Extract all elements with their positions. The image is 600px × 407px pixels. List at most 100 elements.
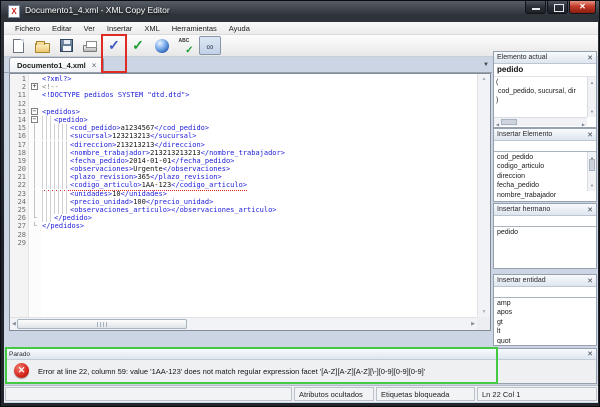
code-line[interactable]: 15│<cod_pedido>a1234567</cod_pedido> <box>10 124 477 132</box>
entity-list-item[interactable]: amp <box>497 299 586 308</box>
menu-item-editar[interactable]: Editar <box>46 24 78 33</box>
fold-guide: │ <box>32 206 36 214</box>
scrollbar-thumb[interactable] <box>589 159 595 171</box>
minimize-button[interactable] <box>525 1 546 14</box>
code-line[interactable]: 20│<observaciones>Urgente</observaciones… <box>10 165 477 173</box>
code-text: <!DOCTYPE pedidos SYSTEM "dtd.dtd"> <box>40 91 190 99</box>
open-in-browser-icon <box>155 39 169 53</box>
element-list-item[interactable]: codigo_articulo <box>497 162 586 171</box>
code-line[interactable]: 22│<codigo_articulo>1AA-123</codigo_arti… <box>10 181 477 189</box>
open-file-button[interactable] <box>31 36 53 55</box>
editor-horizontal-scrollbar[interactable] <box>10 317 477 330</box>
save-file-button[interactable] <box>55 36 77 55</box>
line-number: 14 <box>10 116 29 124</box>
code-line[interactable]: 11<!DOCTYPE pedidos SYSTEM "dtd.dtd"> <box>10 91 477 99</box>
menu-item-insertar[interactable]: Insertar <box>101 24 138 33</box>
status-field-0 <box>5 387 292 401</box>
fold-margin-cell <box>29 231 40 239</box>
code-line[interactable]: 16│<sucursal>123213213</sucursal> <box>10 132 477 140</box>
element-filter-input[interactable] <box>494 141 596 152</box>
content-model-line: ( <box>496 78 586 87</box>
entity-list-item[interactable]: apos <box>497 308 586 317</box>
tab-close-icon[interactable] <box>92 61 97 70</box>
validate-schema-button[interactable] <box>127 36 149 55</box>
close-button[interactable] <box>569 1 596 14</box>
sibling-filter-input[interactable] <box>494 216 596 227</box>
code-line[interactable]: 25│<observaciones_articulo></observacion… <box>10 206 477 214</box>
menu-item-fichero[interactable]: Fichero <box>9 24 46 33</box>
entity-list-item[interactable]: quot <box>497 337 586 344</box>
code-line[interactable]: 2+<!-- <box>10 83 477 91</box>
lock-tags-button[interactable] <box>199 36 221 55</box>
entity-list-item[interactable]: lt <box>497 327 586 336</box>
code-text: </pedido> <box>40 214 92 222</box>
status-field-2: Etiquetas bloqueada <box>376 387 475 401</box>
fold-margin-cell: │ <box>29 198 40 206</box>
code-line[interactable]: 28 <box>10 231 477 239</box>
code-line[interactable]: 21│<plazo_revision>365</plazo_revision> <box>10 173 477 181</box>
code-line[interactable]: 1<?xml?> <box>10 75 477 83</box>
entity-filter-input[interactable] <box>494 287 596 298</box>
scrollbar-thumb[interactable] <box>17 319 187 329</box>
maximize-button[interactable] <box>547 1 568 14</box>
spell-check-button[interactable] <box>175 36 197 55</box>
title-bar[interactable]: Documento1_4.xml - XML Copy Editor <box>1 1 600 22</box>
panel-insert-entity: Insertar entidad ampaposgtltquot <box>493 274 597 346</box>
model-horizontal-scrollbar[interactable] <box>494 117 587 126</box>
code-line[interactable]: 12 <box>10 100 477 108</box>
code-text: <observaciones_articulo></observaciones_… <box>40 206 277 214</box>
menu-item-ayuda[interactable]: Ayuda <box>223 24 256 33</box>
code-text <box>40 231 42 239</box>
xml-editor[interactable]: 1<?xml?>2+<!--11<!DOCTYPE pedidos SYSTEM… <box>9 73 491 331</box>
model-vertical-scrollbar[interactable] <box>587 77 596 117</box>
panel-close-icon[interactable] <box>587 54 593 62</box>
code-text: <pedidos> <box>40 108 80 116</box>
editor-vertical-scrollbar[interactable] <box>477 74 490 317</box>
menu-item-ver[interactable]: Ver <box>78 24 101 33</box>
code-line[interactable]: 19│<fecha_pedido>2014-01-01</fecha_pedid… <box>10 157 477 165</box>
line-number: 28 <box>10 231 29 239</box>
menu-item-herramientas[interactable]: Herramientas <box>166 24 223 33</box>
new-document-button[interactable] <box>7 36 29 55</box>
panel-close-icon[interactable] <box>587 131 593 139</box>
document-tab[interactable]: Documento1_4.xml <box>9 57 104 72</box>
open-in-browser-button[interactable] <box>151 36 173 55</box>
fold-margin-cell: │ <box>29 157 40 165</box>
tab-list-dropdown-icon[interactable] <box>483 62 489 68</box>
code-line[interactable]: 14−<pedido> <box>10 116 477 124</box>
element-list-item[interactable]: nombre_trabajador <box>497 191 586 200</box>
element-list-item[interactable]: cod_pedido <box>497 153 586 162</box>
fold-toggle-icon[interactable]: + <box>31 83 38 90</box>
panel-close-icon[interactable] <box>587 277 593 285</box>
element-list-item[interactable]: fecha_pedido <box>497 181 586 190</box>
sibling-list-item[interactable]: pedido <box>497 228 586 237</box>
element-list-item[interactable]: direccion <box>497 172 586 181</box>
fold-margin-cell: │ <box>29 190 40 198</box>
print-button[interactable] <box>79 36 101 55</box>
code-line[interactable]: 18│<nombre_trabajador>213213213213</nomb… <box>10 149 477 157</box>
code-text: </pedidos> <box>40 222 84 230</box>
element-list-scrollbar[interactable] <box>587 152 596 191</box>
scrollbar-corner <box>477 317 490 330</box>
code-line[interactable]: 13−<pedidos> <box>10 108 477 116</box>
line-number: 15 <box>10 124 29 132</box>
code-line[interactable]: 24│<precio_unidad>100</precio_unidad> <box>10 198 477 206</box>
fold-toggle-icon[interactable]: − <box>31 116 38 123</box>
menu-item-xml[interactable]: XML <box>138 24 165 33</box>
code-line[interactable]: 26└</pedido> <box>10 214 477 222</box>
output-pane-close-icon[interactable] <box>587 350 593 358</box>
code-text: <observaciones>Urgente</observaciones> <box>40 165 230 173</box>
fold-margin-cell: │ <box>29 181 40 189</box>
panel-close-icon[interactable] <box>587 206 593 214</box>
code-line[interactable]: 27└</pedidos> <box>10 222 477 230</box>
fold-guide: │ <box>32 141 36 149</box>
scrollbar-thumb[interactable] <box>501 119 517 125</box>
fold-toggle-icon[interactable]: − <box>31 108 38 115</box>
line-number: 16 <box>10 132 29 140</box>
code-line[interactable]: 17│<direccion>213213213</direccion> <box>10 141 477 149</box>
code-line[interactable]: 29 <box>10 239 477 247</box>
code-line[interactable]: 23│<unidades>10</unidades> <box>10 190 477 198</box>
entity-list-item[interactable]: gt <box>497 318 586 327</box>
line-number: 29 <box>10 239 29 247</box>
code-text: <fecha_pedido>2014-01-01</fecha_pedido> <box>40 157 234 165</box>
